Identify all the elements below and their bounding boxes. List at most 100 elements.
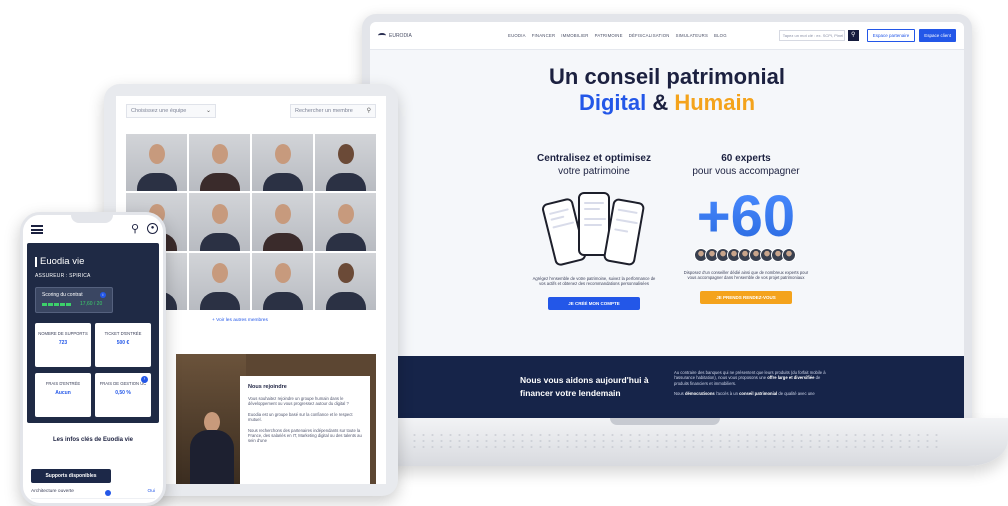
- user-icon[interactable]: ●: [147, 223, 158, 234]
- avatar: [781, 248, 796, 262]
- available-supports-button[interactable]: Supports disponibles: [31, 469, 111, 483]
- join-us-photo: [176, 354, 246, 484]
- hamburger-menu-icon[interactable]: [31, 225, 43, 234]
- scoring-bars: [42, 303, 71, 306]
- site-search-input[interactable]: Tapez un mot clé : ex. SCPI, Pinel: [778, 30, 845, 41]
- hero-word-digital: Digital: [578, 90, 647, 115]
- stat-label: FRAIS D'ENTRÉE: [45, 381, 81, 386]
- site-navbar: EURODIA EUODIA FINANCER IMMOBILIER PATRI…: [370, 22, 964, 50]
- stat-card-supports: NOMBRE DE SUPPORTS 723: [35, 323, 91, 367]
- see-more-members-link[interactable]: + Voir les autres membres: [212, 318, 268, 323]
- menu-item-financer[interactable]: FINANCER: [532, 33, 556, 38]
- key-info-title: Les infos clés de Euodia vie: [52, 437, 134, 443]
- join-us-card: Nous rejoindre Vous souhaitez rejoindre …: [240, 376, 370, 484]
- menu-item-defiscalisation[interactable]: DÉFISCALISATION: [629, 33, 670, 38]
- team-member-photo[interactable]: [189, 252, 250, 310]
- hero-title-line1: Un conseil patrimonial: [549, 64, 785, 89]
- stat-label: TICKET D'ENTRÉE: [104, 331, 142, 336]
- team-member-photo[interactable]: [315, 134, 376, 192]
- join-us-section: Nous rejoindre Vous souhaitez rejoindre …: [176, 354, 376, 484]
- phone-topbar: ⚲ ●: [23, 215, 163, 241]
- feature-centralize-title-1: Centralisez et optimisez: [537, 153, 651, 164]
- chevron-down-icon: ⌄: [205, 108, 211, 114]
- hero: Un conseil patrimonial Digital & Humain: [370, 50, 964, 116]
- search-icon: ⚲: [366, 108, 371, 114]
- feature-centralize-title-2: votre patrimoine: [558, 166, 630, 177]
- contract-panel: Euodia vie ASSUREUR : SPIRICA Scoring du…: [27, 243, 159, 423]
- contract-insurer: ASSUREUR : SPIRICA: [35, 273, 91, 279]
- search-icon[interactable]: ⚲: [131, 222, 139, 235]
- menu-item-immobilier[interactable]: IMMOBILIER: [561, 33, 588, 38]
- app-phones-illustration: [534, 190, 654, 270]
- stat-value: 723: [58, 339, 68, 346]
- stat-label: NOMBRE DE SUPPORTS: [38, 331, 88, 336]
- contract-scoring: Scoring du contrat i 17,60 / 20: [35, 287, 113, 313]
- laptop-screen: EURODIA EUODIA FINANCER IMMOBILIER PATRI…: [370, 22, 964, 424]
- contract-title: Euodia vie: [35, 257, 84, 267]
- join-us-p3: Nous recherchons des partenaires indépen…: [248, 427, 362, 444]
- scoring-label: Scoring du contrat: [42, 292, 83, 298]
- client-space-button[interactable]: Espace client: [919, 29, 956, 42]
- team-member-photo[interactable]: [315, 193, 376, 251]
- feature-experts-title-1: 60 experts: [721, 153, 771, 164]
- team-select[interactable]: Choisissez une équipe ⌄: [126, 104, 216, 118]
- stat-value: 0,50 %: [115, 389, 131, 396]
- hero-word-humain: Humain: [674, 90, 756, 115]
- row-label: Architecture ouverte: [31, 489, 74, 494]
- team-member-photo[interactable]: [252, 193, 313, 251]
- keyboard-texture: [410, 432, 938, 448]
- team-member-photo[interactable]: [189, 134, 250, 192]
- feature-columns: Centralisez et optimisez votre patrimoin…: [370, 152, 964, 348]
- site-logo[interactable]: EURODIA: [378, 33, 508, 39]
- join-us-title: Nous rejoindre: [248, 384, 287, 390]
- info-icon[interactable]: [105, 490, 111, 496]
- band-paragraph-2: Nous démocratisons l'accès à un conseil …: [674, 391, 815, 397]
- site-menu: EUODIA FINANCER IMMOBILIER PATRIMOINE DÉ…: [508, 33, 779, 38]
- phone-device: ⚲ ● Euodia vie ASSUREUR : SPIRICA Scorin…: [20, 212, 166, 506]
- menu-item-euodia[interactable]: EUODIA: [508, 33, 526, 38]
- experts-avatars: [666, 248, 826, 262]
- logo-text: EURODIA: [389, 32, 412, 39]
- stat-card-ticket: TICKET D'ENTRÉE 500 €: [95, 323, 151, 367]
- hero-ampersand: &: [652, 90, 669, 115]
- row-value: Oui: [147, 489, 155, 494]
- team-member-photo[interactable]: [315, 252, 376, 310]
- join-us-p1: Vous souhaitez rejoindre un groupe humai…: [248, 396, 349, 407]
- laptop-device: EURODIA EUODIA FINANCER IMMOBILIER PATRI…: [362, 14, 972, 424]
- stat-card-management-fees: › FRAIS DE GESTION UC 0,50 %: [95, 373, 151, 417]
- stat-value: 500 €: [116, 339, 130, 346]
- logo-mark-icon: [378, 33, 386, 38]
- info-icon[interactable]: i: [100, 292, 106, 298]
- team-member-photo[interactable]: [252, 252, 313, 310]
- team-select-placeholder: Choisissez une équipe: [131, 108, 187, 114]
- laptop-notch: [610, 418, 720, 425]
- create-account-button[interactable]: JE CRÉÉ MON COMPTE: [548, 296, 640, 310]
- band-paragraph-1: Au contraire des banques qui ne présente…: [674, 370, 826, 386]
- search-icon[interactable]: ⚲: [847, 30, 859, 41]
- experts-count: +60: [666, 188, 826, 246]
- join-us-p2: Euodia est un groupe basé sur la confian…: [248, 411, 353, 423]
- team-member-photo[interactable]: [252, 134, 313, 192]
- phone-notch: [71, 215, 113, 223]
- menu-item-blog[interactable]: BLOG: [714, 33, 727, 38]
- feature-centralize: Centralisez et optimisez votre patrimoin…: [514, 152, 674, 310]
- menu-item-simulateurs[interactable]: SIMULATEURS: [676, 33, 708, 38]
- tablet-camera: [241, 88, 261, 101]
- member-search-input[interactable]: Rechercher un membre ⚲: [290, 104, 376, 118]
- book-appointment-button[interactable]: JE PRENDS RENDEZ-VOUS: [700, 290, 792, 304]
- band-title: Nous vous aidons aujourd'hui à financer …: [520, 375, 649, 398]
- feature-experts: 60 experts pour vous accompagner +60 Dis…: [666, 152, 826, 304]
- chevron-right-icon[interactable]: ›: [141, 376, 148, 383]
- feature-centralize-desc: Agrégez l'ensemble de votre patrimoine, …: [532, 276, 656, 287]
- stat-card-entry-fees: FRAIS D'ENTRÉE Aucun: [35, 373, 91, 417]
- list-item: Architecture ouverte Oui: [31, 489, 155, 499]
- finance-band: Nous vous aidons aujourd'hui à financer …: [370, 356, 964, 424]
- scoring-value: 17,60 / 20: [80, 301, 103, 307]
- laptop-keyboard-base: [340, 418, 1008, 466]
- menu-item-patrimoine[interactable]: PATRIMOINE: [595, 33, 623, 38]
- team-member-photo[interactable]: [189, 193, 250, 251]
- partner-space-button[interactable]: Espace partenaire: [866, 29, 916, 42]
- feature-experts-title-2: pour vous accompagner: [692, 166, 800, 177]
- team-member-photo[interactable]: [126, 134, 187, 192]
- stat-value: Aucun: [55, 389, 71, 396]
